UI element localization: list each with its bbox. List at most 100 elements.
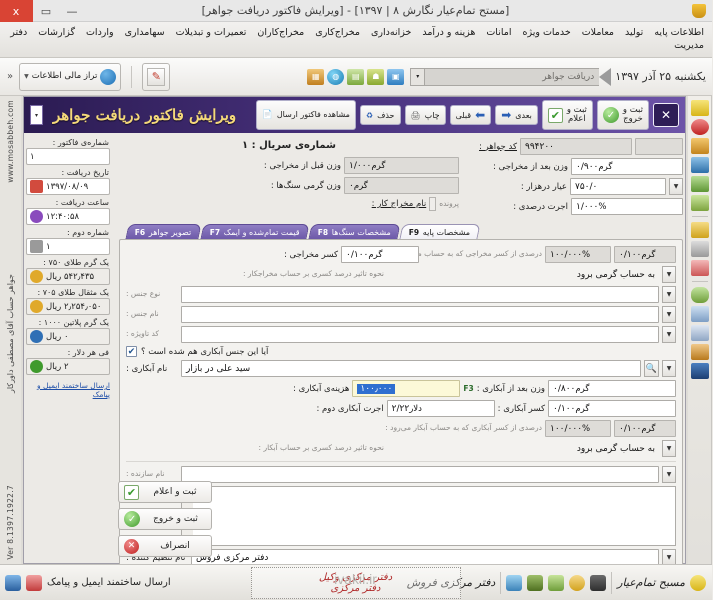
tab-1[interactable]: مشخصات سنگ‌ها F8 [309, 224, 402, 239]
weight-before-field[interactable]: گرم ۱/۰۰۰ [345, 157, 460, 174]
sidebar-field-4[interactable]: ۵۴۲٫۴۳۵ ریال [27, 268, 111, 285]
type-dropdown-icon[interactable]: ▼ [663, 286, 677, 303]
gold-icon[interactable] [691, 222, 710, 238]
maximize-button[interactable]: ▭ [34, 0, 60, 22]
clock-icon[interactable] [570, 574, 587, 591]
form-action-buttons[interactable]: ثبت و اعلام ✔ ثبت و خروج ✓ انصراف ✕ [119, 481, 213, 557]
deduction-pct-field[interactable]: % ۱۰۰/۰۰۰ [546, 246, 612, 263]
effect-dropdown-icon[interactable]: ▼ [663, 266, 677, 283]
map-icon[interactable] [691, 195, 710, 211]
picture-icon[interactable]: ▣ [388, 68, 406, 85]
sidebar-field-7[interactable]: ۲ ریال [27, 358, 111, 375]
plater-field[interactable]: سید علی در بازار [182, 360, 642, 377]
next-button[interactable]: بعدی ➡ [496, 105, 539, 125]
action-button-0[interactable]: ثبت و اعلام ✔ [119, 481, 213, 503]
email-icon[interactable] [27, 574, 43, 591]
cutter-field[interactable] [430, 197, 438, 211]
plating-deduction-field[interactable]: گرم ۰/۱۰۰ [549, 400, 677, 417]
plating-effect-value[interactable]: به حساب گرمی برود [388, 440, 660, 457]
menu-item-2[interactable]: معاملات [581, 26, 617, 39]
action-button-1[interactable]: ثبت و خروج ✓ [119, 508, 213, 530]
form-tabs[interactable]: مشخصات پایه F9 مشخصات سنگ‌ها F8 قیمت تمام‌شد… [120, 223, 684, 239]
folder-icon[interactable] [691, 325, 710, 341]
menu-item-8[interactable]: مخراج‌کاران [256, 26, 307, 39]
menu-item-11[interactable]: واردات [85, 26, 117, 39]
money-icon[interactable] [691, 176, 710, 192]
maker-dropdown-icon[interactable]: ▼ [663, 466, 677, 483]
close-button[interactable]: x [0, 0, 34, 22]
menu-item-1[interactable]: تولید [624, 26, 646, 39]
maker-field[interactable] [182, 466, 660, 483]
sidebar-field-6[interactable]: ۰ ریال [27, 328, 111, 345]
sidebar-field-1[interactable]: ۱۳۹۷/۰۸/۰۹ [27, 178, 111, 195]
sidebar-field-2[interactable]: ۱۲:۴۰:۵۸ [27, 208, 111, 225]
name-dropdown-icon[interactable]: ▼ [663, 306, 677, 323]
second-fee-field[interactable]: دلار ۲/۲۲ [387, 400, 496, 417]
view-sent-invoice-button[interactable]: مشاهده فاکتور ارسال 📄 [257, 100, 357, 130]
delete-button[interactable]: حذف ♻ [360, 105, 402, 125]
globe-icon[interactable]: ◍ [328, 68, 346, 85]
globe-blue-icon[interactable] [691, 363, 710, 379]
menu-item-secondary-0[interactable]: مدیریت [673, 40, 707, 54]
chart-icon[interactable] [691, 306, 710, 322]
ring-icon[interactable] [691, 119, 710, 135]
menu-item-9[interactable]: تعمیرات و تبدیلات [175, 26, 250, 39]
person-icon[interactable]: ☗ [368, 68, 386, 85]
tab-2[interactable]: قیمت تمام‌شده و ایمک F7 [201, 224, 311, 239]
send-icon[interactable] [691, 344, 710, 360]
form-close-button[interactable]: ✕ [654, 103, 680, 127]
tavijeh-field[interactable] [182, 326, 660, 343]
type-field[interactable] [182, 286, 660, 303]
plating-question-row[interactable]: آیا این جنس آبکاری هم شده است ؟ ✔ [127, 346, 677, 357]
inbox-icon[interactable]: ▤ [348, 68, 366, 85]
info-balance-button[interactable]: تراز مالی اطلاعات ▼ [20, 62, 123, 91]
menu-item-7[interactable]: مخراج‌کاری [314, 26, 363, 39]
plating-pct-field[interactable]: % ۱۰۰/۰۰۰ [546, 420, 612, 437]
plating-pct-gram-field[interactable]: گرم ۰/۱۰۰ [615, 420, 677, 437]
print-button[interactable]: چاپ 🖨 [405, 105, 447, 125]
clock-icon[interactable] [691, 260, 710, 276]
scale-icon[interactable] [691, 138, 710, 154]
house-icon[interactable] [691, 157, 710, 173]
chevron-down-icon[interactable]: ▼ [25, 73, 30, 80]
plating-checkbox[interactable]: ✔ [127, 346, 138, 357]
jewel-code-extra[interactable] [636, 138, 684, 155]
star-icon[interactable] [691, 574, 707, 591]
cutter-label[interactable]: نام مخراج کار : [373, 199, 428, 209]
minimize-button[interactable]: — [60, 0, 86, 22]
menu-item-12[interactable]: گزارشات [37, 26, 78, 39]
menu-item-5[interactable]: هزینه و درآمد [421, 26, 478, 39]
binoculars-icon[interactable]: 🔍 [645, 360, 660, 377]
tab-3[interactable]: تصویر جواهر F6 [126, 224, 203, 239]
weight-after-plating-field[interactable]: گرم ۰/۸۰۰ [549, 380, 677, 397]
effect-value[interactable]: به حساب گرمی برود [388, 266, 660, 283]
menu-item-6[interactable]: خزانه‌داری [370, 26, 414, 39]
jewel-code-value[interactable]: ۹۹۴۲۰۰ [521, 138, 633, 155]
plating-effect-dropdown-icon[interactable]: ▼ [663, 440, 677, 457]
tavijeh-dropdown-icon[interactable]: ▼ [663, 326, 677, 343]
bag-icon[interactable] [549, 574, 566, 591]
chain-icon[interactable] [691, 241, 710, 257]
window-icon[interactable]: ▦ [308, 68, 326, 85]
send-email-sms-link[interactable]: ارسال ساختمند ایمیل و پیامک [27, 381, 111, 399]
deduction-field[interactable]: گرم ۰/۱۰۰ [342, 246, 420, 263]
window-controls[interactable]: — ▭ x [0, 0, 86, 22]
plating-cost-field[interactable]: ۱۰۰٫۰۰۰ [353, 380, 462, 397]
name-field[interactable] [182, 306, 660, 323]
sms-icon[interactable] [6, 574, 22, 591]
sidebar-field-0[interactable]: ۱ [27, 148, 111, 165]
quick-search[interactable]: دریافت جواهر ▾ [411, 67, 613, 86]
chat-icon[interactable] [691, 287, 710, 303]
fee-field[interactable]: % ۱/۰۰۰ [572, 198, 684, 215]
action-button-2[interactable]: انصراف ✕ [119, 535, 213, 557]
menu-item-14[interactable]: صفحه‌ی من [0, 26, 2, 39]
search-input[interactable]: دریافت جواهر [425, 67, 601, 86]
menu-item-0[interactable]: اطلاعات پایه [653, 26, 707, 39]
search-dropdown-icon[interactable]: ▾ [411, 67, 426, 86]
invoice-icon[interactable] [691, 100, 710, 116]
menu-item-10[interactable]: سهامداری [124, 26, 168, 39]
plater-dropdown-icon[interactable]: ▼ [663, 360, 677, 377]
tab-0[interactable]: مشخصات پایه F9 [400, 224, 482, 239]
toolbar-overflow-button[interactable]: « [6, 71, 16, 82]
stones-weight-field[interactable]: گرم ۰ [345, 177, 460, 194]
